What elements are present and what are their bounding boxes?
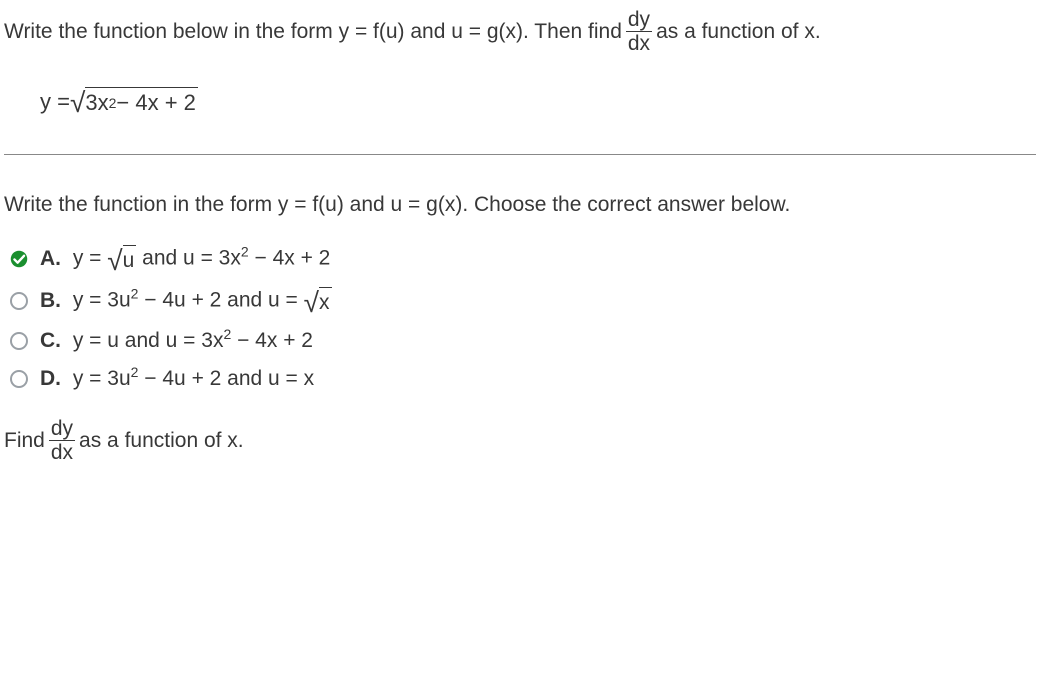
radicand-coeff: 3x [85, 90, 108, 116]
fraction-dy-dx: dy dx [49, 417, 75, 464]
option-text-3: − 4x + 2 [249, 247, 331, 270]
check-icon [8, 248, 30, 270]
option-text-1: y = 3u [73, 289, 131, 312]
radicand: x [319, 287, 332, 315]
fraction-numerator: dy [49, 417, 75, 440]
option-text-2: − 4u + 2 and u = [138, 289, 303, 312]
sqrt-u: √u [107, 245, 136, 273]
sub-question: Write the function in the form y = f(u) … [4, 193, 1036, 217]
final-question: Find dy dx as a function of x. [4, 417, 1036, 464]
radio-c[interactable] [8, 330, 30, 352]
given-equation: y = √ 3x2 − 4x + 2 [40, 87, 1036, 116]
option-d-content: D. y = 3u2 − 4u + 2 and u = x [40, 367, 314, 391]
option-text-1: y = u and u = 3x [73, 329, 224, 352]
option-text-1: y = 3u [73, 367, 131, 390]
option-letter: C. [40, 329, 61, 352]
radicand-tail: − 4x + 2 [116, 90, 196, 116]
option-b-content: B. y = 3u2 − 4u + 2 and u = √x [40, 287, 332, 315]
option-d[interactable]: D. y = 3u2 − 4u + 2 and u = x [8, 367, 1036, 391]
problem-intro: Write the function below in the form y =… [4, 8, 1036, 55]
fraction-dy-dx: dy dx [626, 8, 652, 55]
final-prefix: Find [4, 429, 45, 453]
radicand: u [123, 245, 137, 273]
option-c-content: C. y = u and u = 3x2 − 4x + 2 [40, 329, 313, 353]
radical-icon: √ [304, 289, 319, 317]
option-letter: D. [40, 367, 61, 390]
option-exp: 2 [241, 244, 249, 260]
equation-y-equals: y = [40, 89, 70, 115]
option-text-2: − 4u + 2 and u = x [138, 367, 314, 390]
intro-text-a: Write the function below in the form y =… [4, 20, 622, 44]
option-text-1: y = [73, 247, 107, 270]
intro-text-b: as a function of x. [656, 20, 821, 44]
option-a[interactable]: A. y = √u and u = 3x2 − 4x + 2 [8, 245, 1036, 273]
option-text-2: and u = 3x [136, 247, 241, 270]
options-group: A. y = √u and u = 3x2 − 4x + 2 B. y = 3u… [8, 245, 1036, 391]
problem-statement: Write the function below in the form y =… [4, 8, 1036, 155]
option-letter: B. [40, 289, 61, 312]
radio-a[interactable] [8, 248, 30, 270]
option-letter: A. [40, 247, 61, 270]
option-a-content: A. y = √u and u = 3x2 − 4x + 2 [40, 245, 330, 273]
fraction-denominator: dx [49, 440, 75, 464]
radio-b[interactable] [8, 290, 30, 312]
radical-icon: √ [107, 247, 122, 275]
sqrt-x: √x [304, 287, 332, 315]
square-root: √ 3x2 − 4x + 2 [70, 87, 198, 116]
fraction-denominator: dx [626, 31, 652, 55]
option-text-2: − 4x + 2 [231, 329, 313, 352]
radicand: 3x2 − 4x + 2 [85, 87, 198, 116]
option-b[interactable]: B. y = 3u2 − 4u + 2 and u = √x [8, 287, 1036, 315]
radio-d[interactable] [8, 368, 30, 390]
final-suffix: as a function of x. [79, 429, 244, 453]
radical-icon: √ [70, 89, 85, 118]
option-c[interactable]: C. y = u and u = 3x2 − 4x + 2 [8, 329, 1036, 353]
fraction-numerator: dy [626, 8, 652, 31]
